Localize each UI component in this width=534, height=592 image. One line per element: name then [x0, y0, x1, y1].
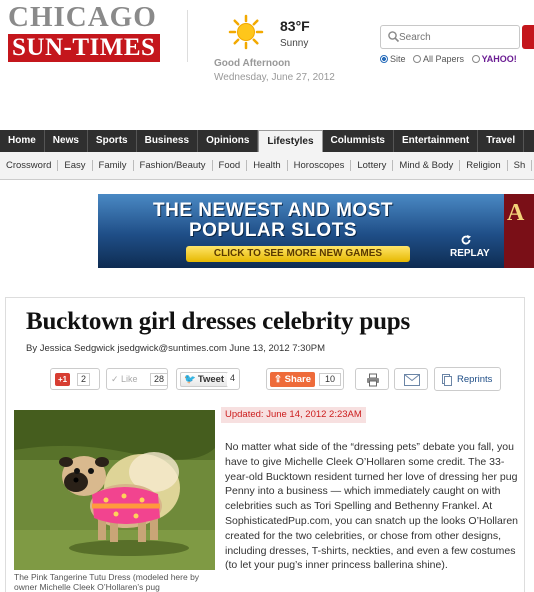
tweet-label-text: Tweet [197, 374, 225, 385]
email-button[interactable] [394, 368, 428, 390]
subnav-item-shopping[interactable]: Sh [508, 160, 533, 171]
like-label: ✓ Like [111, 374, 138, 384]
share-label-text: Share [284, 374, 312, 385]
article-body: No matter what side of the “dressing pet… [225, 441, 519, 572]
side-ad-letter: A [507, 200, 525, 226]
nav-item-travel[interactable]: Travel [478, 130, 525, 152]
reprints-icon [442, 374, 452, 386]
gplus-count: 2 [77, 373, 91, 386]
search-input[interactable] [399, 27, 517, 47]
search-scope-site-label: Site [390, 54, 406, 64]
logo-suntimes-text: SUN-TIMES [8, 34, 160, 62]
current-date: Wednesday, June 27, 2012 [214, 72, 335, 83]
share-button[interactable]: ⇪ Share 10 [266, 368, 344, 390]
sun-icon [228, 14, 264, 50]
nav-item-opinions[interactable]: Opinions [198, 130, 259, 152]
subnav-item-mind-body[interactable]: Mind & Body [393, 160, 461, 171]
nav-item-entertainment[interactable]: Entertainment [394, 130, 479, 152]
site-logo[interactable]: CHICAGO SUN-TIMES [8, 2, 160, 62]
nav-item-business[interactable]: Business [137, 130, 199, 152]
tweet-button[interactable]: 🐦 Tweet 4 [176, 368, 240, 390]
subnav-item-horoscopes[interactable]: Horoscopes [288, 160, 352, 171]
nav-item-news[interactable]: News [45, 130, 88, 152]
search-scope-site[interactable]: Site [380, 54, 406, 64]
subnav-item-lottery[interactable]: Lottery [351, 160, 394, 171]
ad-cta-button[interactable]: CLICK TO SEE MORE NEW GAMES [186, 246, 410, 262]
subnav-item-fashion-beauty[interactable]: Fashion/Beauty [134, 160, 213, 171]
header-divider [187, 10, 188, 62]
search-button[interactable] [522, 25, 534, 49]
email-icon [404, 374, 420, 386]
reprints-label: Reprints [457, 374, 493, 385]
nav-item-sports[interactable]: Sports [88, 130, 137, 152]
ad-headline-2: POPULAR SLOTS [188, 220, 357, 241]
radio-icon [413, 55, 422, 63]
print-button[interactable] [355, 368, 389, 390]
logo-chicago-text: CHICAGO [8, 1, 157, 33]
subnav-item-religion[interactable]: Religion [460, 160, 508, 171]
temperature: 83°F [280, 18, 310, 34]
ad-replay-label[interactable]: REPLAY [450, 248, 490, 259]
share-count: 10 [319, 373, 341, 386]
search-box [380, 25, 520, 49]
weather-condition: Sunny [280, 38, 309, 49]
tweet-label: 🐦 Tweet [180, 372, 229, 387]
replay-icon[interactable] [460, 234, 472, 246]
article-headline: Bucktown girl dresses celebrity pups [26, 308, 411, 335]
search-scope-yahoo-label: YAHOO! [481, 54, 517, 64]
search-scope-all-papers[interactable]: All Papers [413, 54, 464, 64]
reprints-button[interactable]: Reprints [434, 367, 501, 391]
article-byline: By Jessica Sedgwick jsedgwick@suntimes.c… [26, 343, 326, 354]
share-label: ⇪ Share [270, 372, 316, 387]
search-scope-options: Site All Papers YAHOO! [380, 54, 522, 64]
radio-selected-icon [380, 55, 388, 63]
sub-nav: Crossword Easy Family Fashion/Beauty Foo… [0, 152, 534, 180]
greeting: Good Afternoon [214, 58, 291, 69]
like-label-text: Like [121, 374, 138, 384]
main-nav: Home News Sports Business Opinions Lifes… [0, 130, 534, 152]
subnav-item-easy[interactable]: Easy [58, 160, 93, 171]
like-button[interactable]: ✓ Like 28 [106, 368, 169, 390]
banner-ad[interactable]: THE NEWEST AND MOST POPULAR SLOTS CLICK … [98, 194, 504, 268]
subnav-item-food[interactable]: Food [213, 160, 248, 171]
twitter-bird-icon: 🐦 [184, 374, 196, 385]
ad-headline-1: THE NEWEST AND MOST [153, 200, 393, 221]
radio-icon [471, 55, 480, 63]
subnav-item-health[interactable]: Health [247, 160, 288, 171]
gplus-button[interactable]: +1 2 [50, 368, 100, 390]
like-count: 28 [150, 373, 169, 386]
nav-item-columnists[interactable]: Columnists [323, 130, 394, 152]
article-photo[interactable] [14, 410, 215, 570]
subnav-item-crossword[interactable]: Crossword [0, 160, 59, 171]
gplus-label: +1 [55, 373, 71, 386]
nav-item-lifestyles[interactable]: Lifestyles [258, 130, 323, 152]
photo-caption: The Pink Tangerine Tutu Dress (modeled h… [14, 572, 200, 592]
subnav-item-family[interactable]: Family [93, 160, 134, 171]
nav-item-home[interactable]: Home [0, 130, 45, 152]
search-scope-all-papers-label: All Papers [423, 54, 465, 64]
search-scope-yahoo[interactable]: YAHOO! [471, 54, 517, 64]
print-icon [367, 373, 379, 387]
tweet-count: 4 [227, 373, 239, 386]
updated-timestamp: Updated: June 14, 2012 2:23AM [221, 407, 366, 423]
side-ad[interactable]: A [504, 194, 534, 268]
